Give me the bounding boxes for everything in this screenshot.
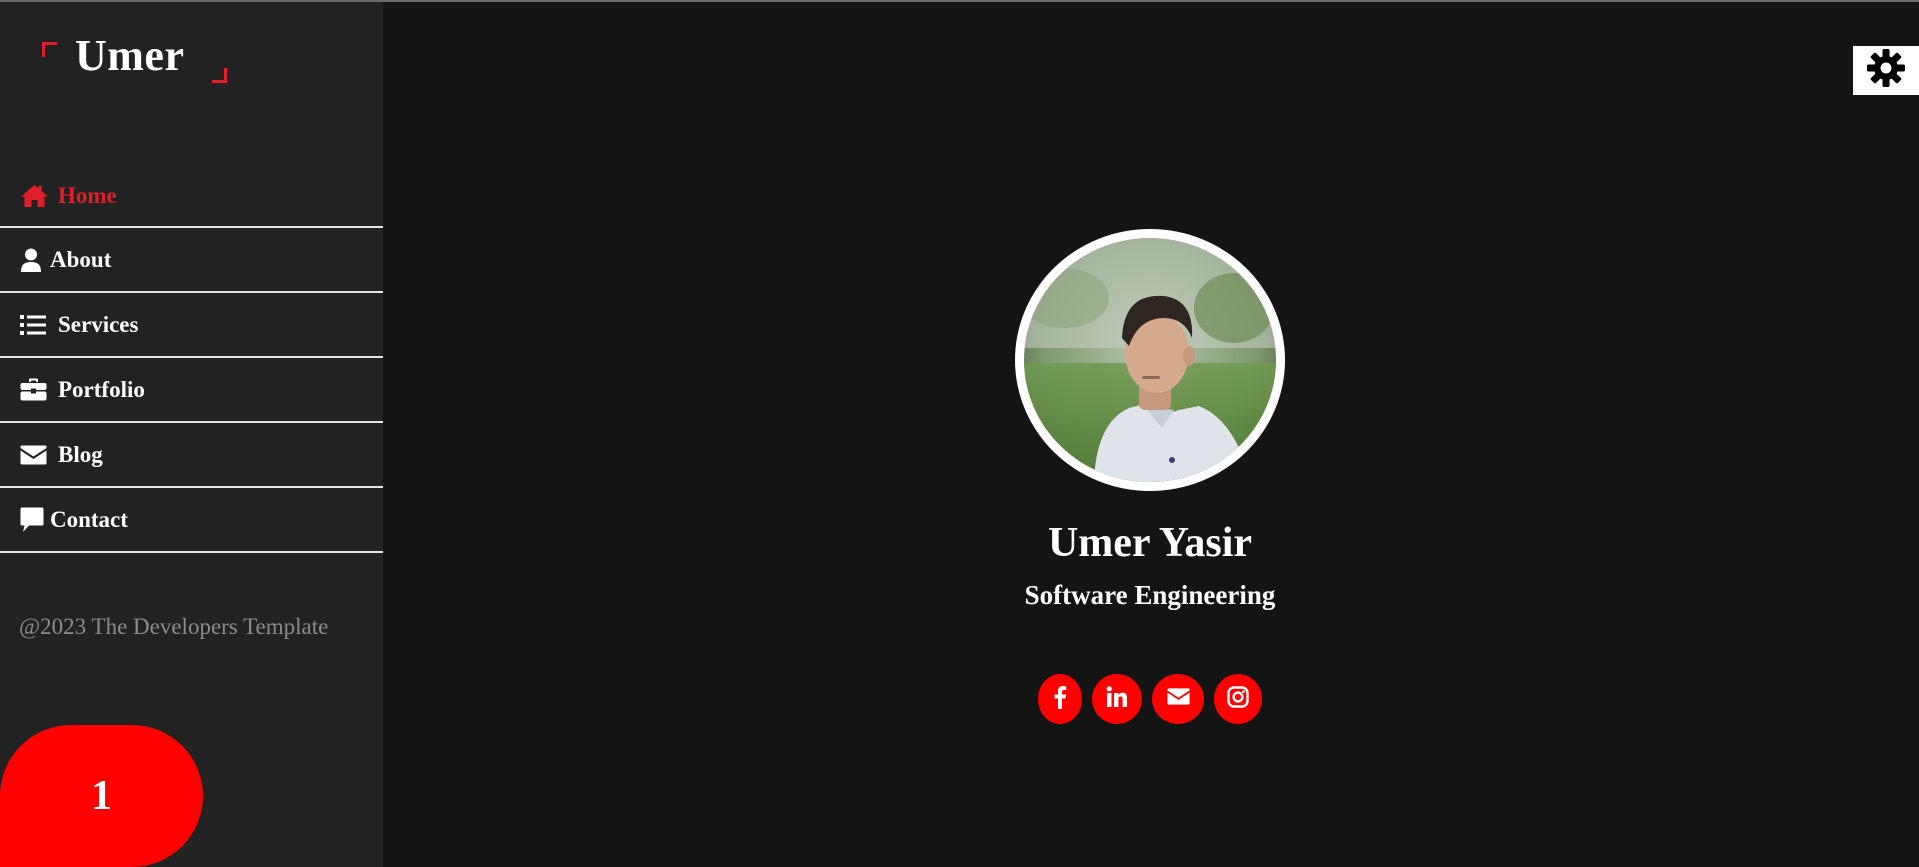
- profile-photo: [1024, 238, 1276, 482]
- copyright-text: @2023 The Developers Template: [19, 614, 329, 639]
- logo-bracket-left: [42, 42, 57, 57]
- sidebar-item-label: Services: [58, 311, 139, 337]
- sidebar-item-contact[interactable]: Contact: [0, 488, 383, 553]
- sidebar-item-about[interactable]: About: [0, 228, 383, 293]
- sidebar-nav: Home About Services Portfolio Blog Conta…: [0, 165, 383, 553]
- badge-count: 1: [91, 773, 112, 819]
- envelope-icon: [20, 440, 50, 470]
- sidebar-item-label: Blog: [58, 441, 103, 467]
- gear-icon: [1866, 48, 1906, 93]
- profile-avatar: [1015, 229, 1285, 491]
- facebook-link[interactable]: [1038, 674, 1082, 724]
- sidebar-item-label: Contact: [50, 506, 128, 532]
- profile-role: Software Engineering: [1024, 580, 1276, 610]
- user-icon: [20, 245, 42, 275]
- facebook-icon: [1053, 685, 1067, 714]
- sidebar-item-portfolio[interactable]: Portfolio: [0, 358, 383, 423]
- home-icon: [20, 181, 50, 211]
- envelope-icon: [1166, 688, 1190, 710]
- instagram-link[interactable]: [1214, 674, 1262, 724]
- sidebar-item-label: About: [50, 246, 112, 272]
- linkedin-icon: [1106, 685, 1128, 713]
- briefcase-icon: [20, 375, 50, 405]
- profile-name: Umer Yasir: [1047, 520, 1253, 566]
- list-icon: [20, 310, 50, 340]
- sidebar-item-services[interactable]: Services: [0, 293, 383, 358]
- notification-badge[interactable]: 1: [0, 725, 203, 867]
- settings-button[interactable]: [1853, 46, 1919, 95]
- email-link[interactable]: [1152, 674, 1204, 724]
- sidebar-item-label: Home: [58, 182, 117, 208]
- sidebar-item-blog[interactable]: Blog: [0, 423, 383, 488]
- comment-icon: [20, 505, 44, 535]
- sidebar-item-label: Portfolio: [58, 376, 145, 402]
- sidebar: Umer Home About Services Portfolio Blog …: [0, 2, 383, 867]
- logo-bracket-right: [212, 68, 227, 83]
- linkedin-link[interactable]: [1092, 674, 1142, 724]
- instagram-icon: [1227, 685, 1249, 713]
- logo-text: Umer: [75, 31, 185, 80]
- sidebar-item-home[interactable]: Home: [0, 165, 383, 228]
